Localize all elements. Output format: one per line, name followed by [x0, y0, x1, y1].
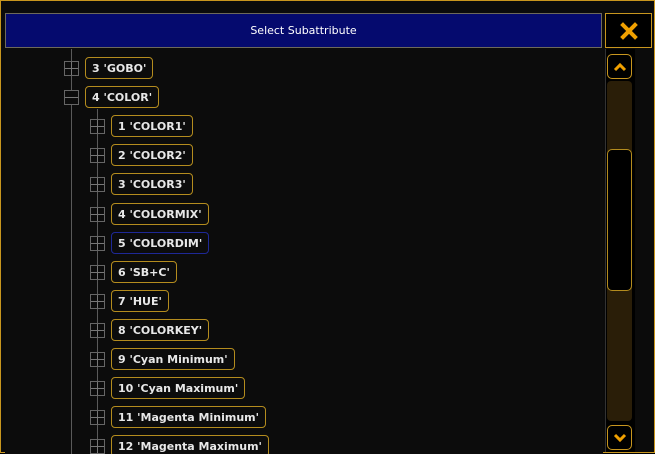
tree-item[interactable]: 7 'HUE'	[111, 290, 169, 312]
tree-item[interactable]: 11 'Magenta Minimum'	[111, 406, 266, 428]
scroll-down-button[interactable]	[607, 425, 632, 450]
scroll-thumb[interactable]	[607, 149, 632, 291]
expand-toggle-icon[interactable]	[90, 410, 105, 425]
tree-item[interactable]: 10 'Cyan Maximum'	[111, 377, 246, 399]
close-icon	[619, 21, 638, 40]
expand-toggle-icon[interactable]	[90, 352, 105, 367]
tree-item[interactable]: 1 'COLOR1'	[111, 115, 193, 137]
collapse-toggle-icon[interactable]	[64, 90, 79, 105]
expand-toggle-icon[interactable]	[90, 439, 105, 454]
tree-item[interactable]: 5 'COLORDIM'	[111, 232, 210, 254]
tree-item[interactable]: 9 'Cyan Minimum'	[111, 348, 235, 370]
select-subattribute-dialog: Select Subattribute 3 'GOBO' 4 'COLOR' 1 '…	[0, 0, 655, 454]
expand-toggle-icon[interactable]	[90, 119, 105, 134]
chevron-down-icon	[613, 433, 626, 442]
tree-item[interactable]: 2 'COLOR2'	[111, 144, 193, 166]
dialog-title-bar: Select Subattribute	[5, 13, 602, 48]
tree-item[interactable]: 8 'COLORKEY'	[111, 319, 210, 341]
tree-item[interactable]: 3 'GOBO'	[85, 57, 154, 79]
dialog-title: Select Subattribute	[250, 24, 357, 37]
subattribute-tree: 3 'GOBO' 4 'COLOR' 1 'COLOR1' 2 'COLOR2' 3 '…	[5, 49, 603, 454]
close-button[interactable]	[605, 13, 652, 48]
expand-toggle-icon[interactable]	[90, 265, 105, 280]
expand-toggle-icon[interactable]	[90, 148, 105, 163]
scroll-up-button[interactable]	[607, 54, 632, 79]
expand-toggle-icon[interactable]	[90, 323, 105, 338]
tree-connector	[71, 49, 72, 454]
tree-item[interactable]: 3 'COLOR3'	[111, 173, 193, 195]
tree-item[interactable]: 12 'Magenta Maximum'	[111, 435, 269, 454]
tree-item[interactable]: 6 'SB+C'	[111, 261, 177, 283]
chevron-up-icon	[613, 62, 626, 71]
tree-item[interactable]: 4 'COLOR'	[85, 86, 160, 108]
expand-toggle-icon[interactable]	[90, 236, 105, 251]
tree-item[interactable]: 4 'COLORMIX'	[111, 203, 209, 225]
expand-toggle-icon[interactable]	[90, 207, 105, 222]
expand-toggle-icon[interactable]	[64, 61, 79, 76]
expand-toggle-icon[interactable]	[90, 381, 105, 396]
expand-toggle-icon[interactable]	[90, 294, 105, 309]
expand-toggle-icon[interactable]	[90, 177, 105, 192]
